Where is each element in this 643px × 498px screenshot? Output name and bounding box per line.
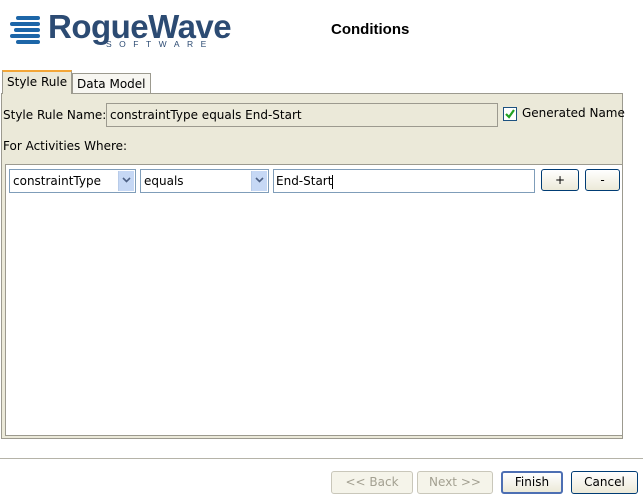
add-condition-button[interactable]: + <box>541 169 579 191</box>
for-activities-label: For Activities Where: <box>3 139 128 153</box>
back-button[interactable]: << Back <box>331 471 413 494</box>
condition-value-text: End-Start <box>276 174 333 188</box>
cancel-button[interactable]: Cancel <box>571 471 638 494</box>
tab-style-rule[interactable]: Style Rule <box>2 70 73 94</box>
footer-divider <box>0 458 643 459</box>
checkmark-icon <box>505 109 515 119</box>
remove-condition-button[interactable]: - <box>585 169 620 191</box>
next-button[interactable]: Next >> <box>417 471 493 494</box>
text-caret <box>332 174 334 189</box>
style-rule-name-label: Style Rule Name: <box>3 108 107 122</box>
operator-select[interactable]: equals <box>140 169 269 193</box>
attribute-select[interactable]: constraintType <box>9 169 136 193</box>
logo-stripes-icon <box>10 16 46 46</box>
page-title: Conditions <box>331 21 410 38</box>
style-rule-panel: Style Rule Name: constraintType equals E… <box>1 93 625 439</box>
roguewave-logo: RogueWave SOFTWARE <box>10 8 232 52</box>
operator-select-value: equals <box>144 174 184 188</box>
condition-value-input[interactable]: End-Start <box>273 169 535 193</box>
tab-data-model[interactable]: Data Model <box>72 73 151 94</box>
chevron-down-icon[interactable] <box>118 171 134 191</box>
wizard-header: RogueWave SOFTWARE Conditions <box>0 0 643 64</box>
generated-name-checkbox[interactable] <box>503 107 517 121</box>
finish-button[interactable]: Finish <box>501 471 563 494</box>
style-rule-name-field[interactable]: constraintType equals End-Start <box>106 103 498 127</box>
conditions-list: constraintType equals End-Start + - <box>5 164 623 436</box>
logo-subtext: SOFTWARE <box>106 39 214 49</box>
chevron-down-icon[interactable] <box>251 171 267 191</box>
attribute-select-value: constraintType <box>13 174 101 188</box>
tab-strip: Style Rule Data Model <box>0 64 643 94</box>
generated-name-label: Generated Name <box>522 106 625 120</box>
